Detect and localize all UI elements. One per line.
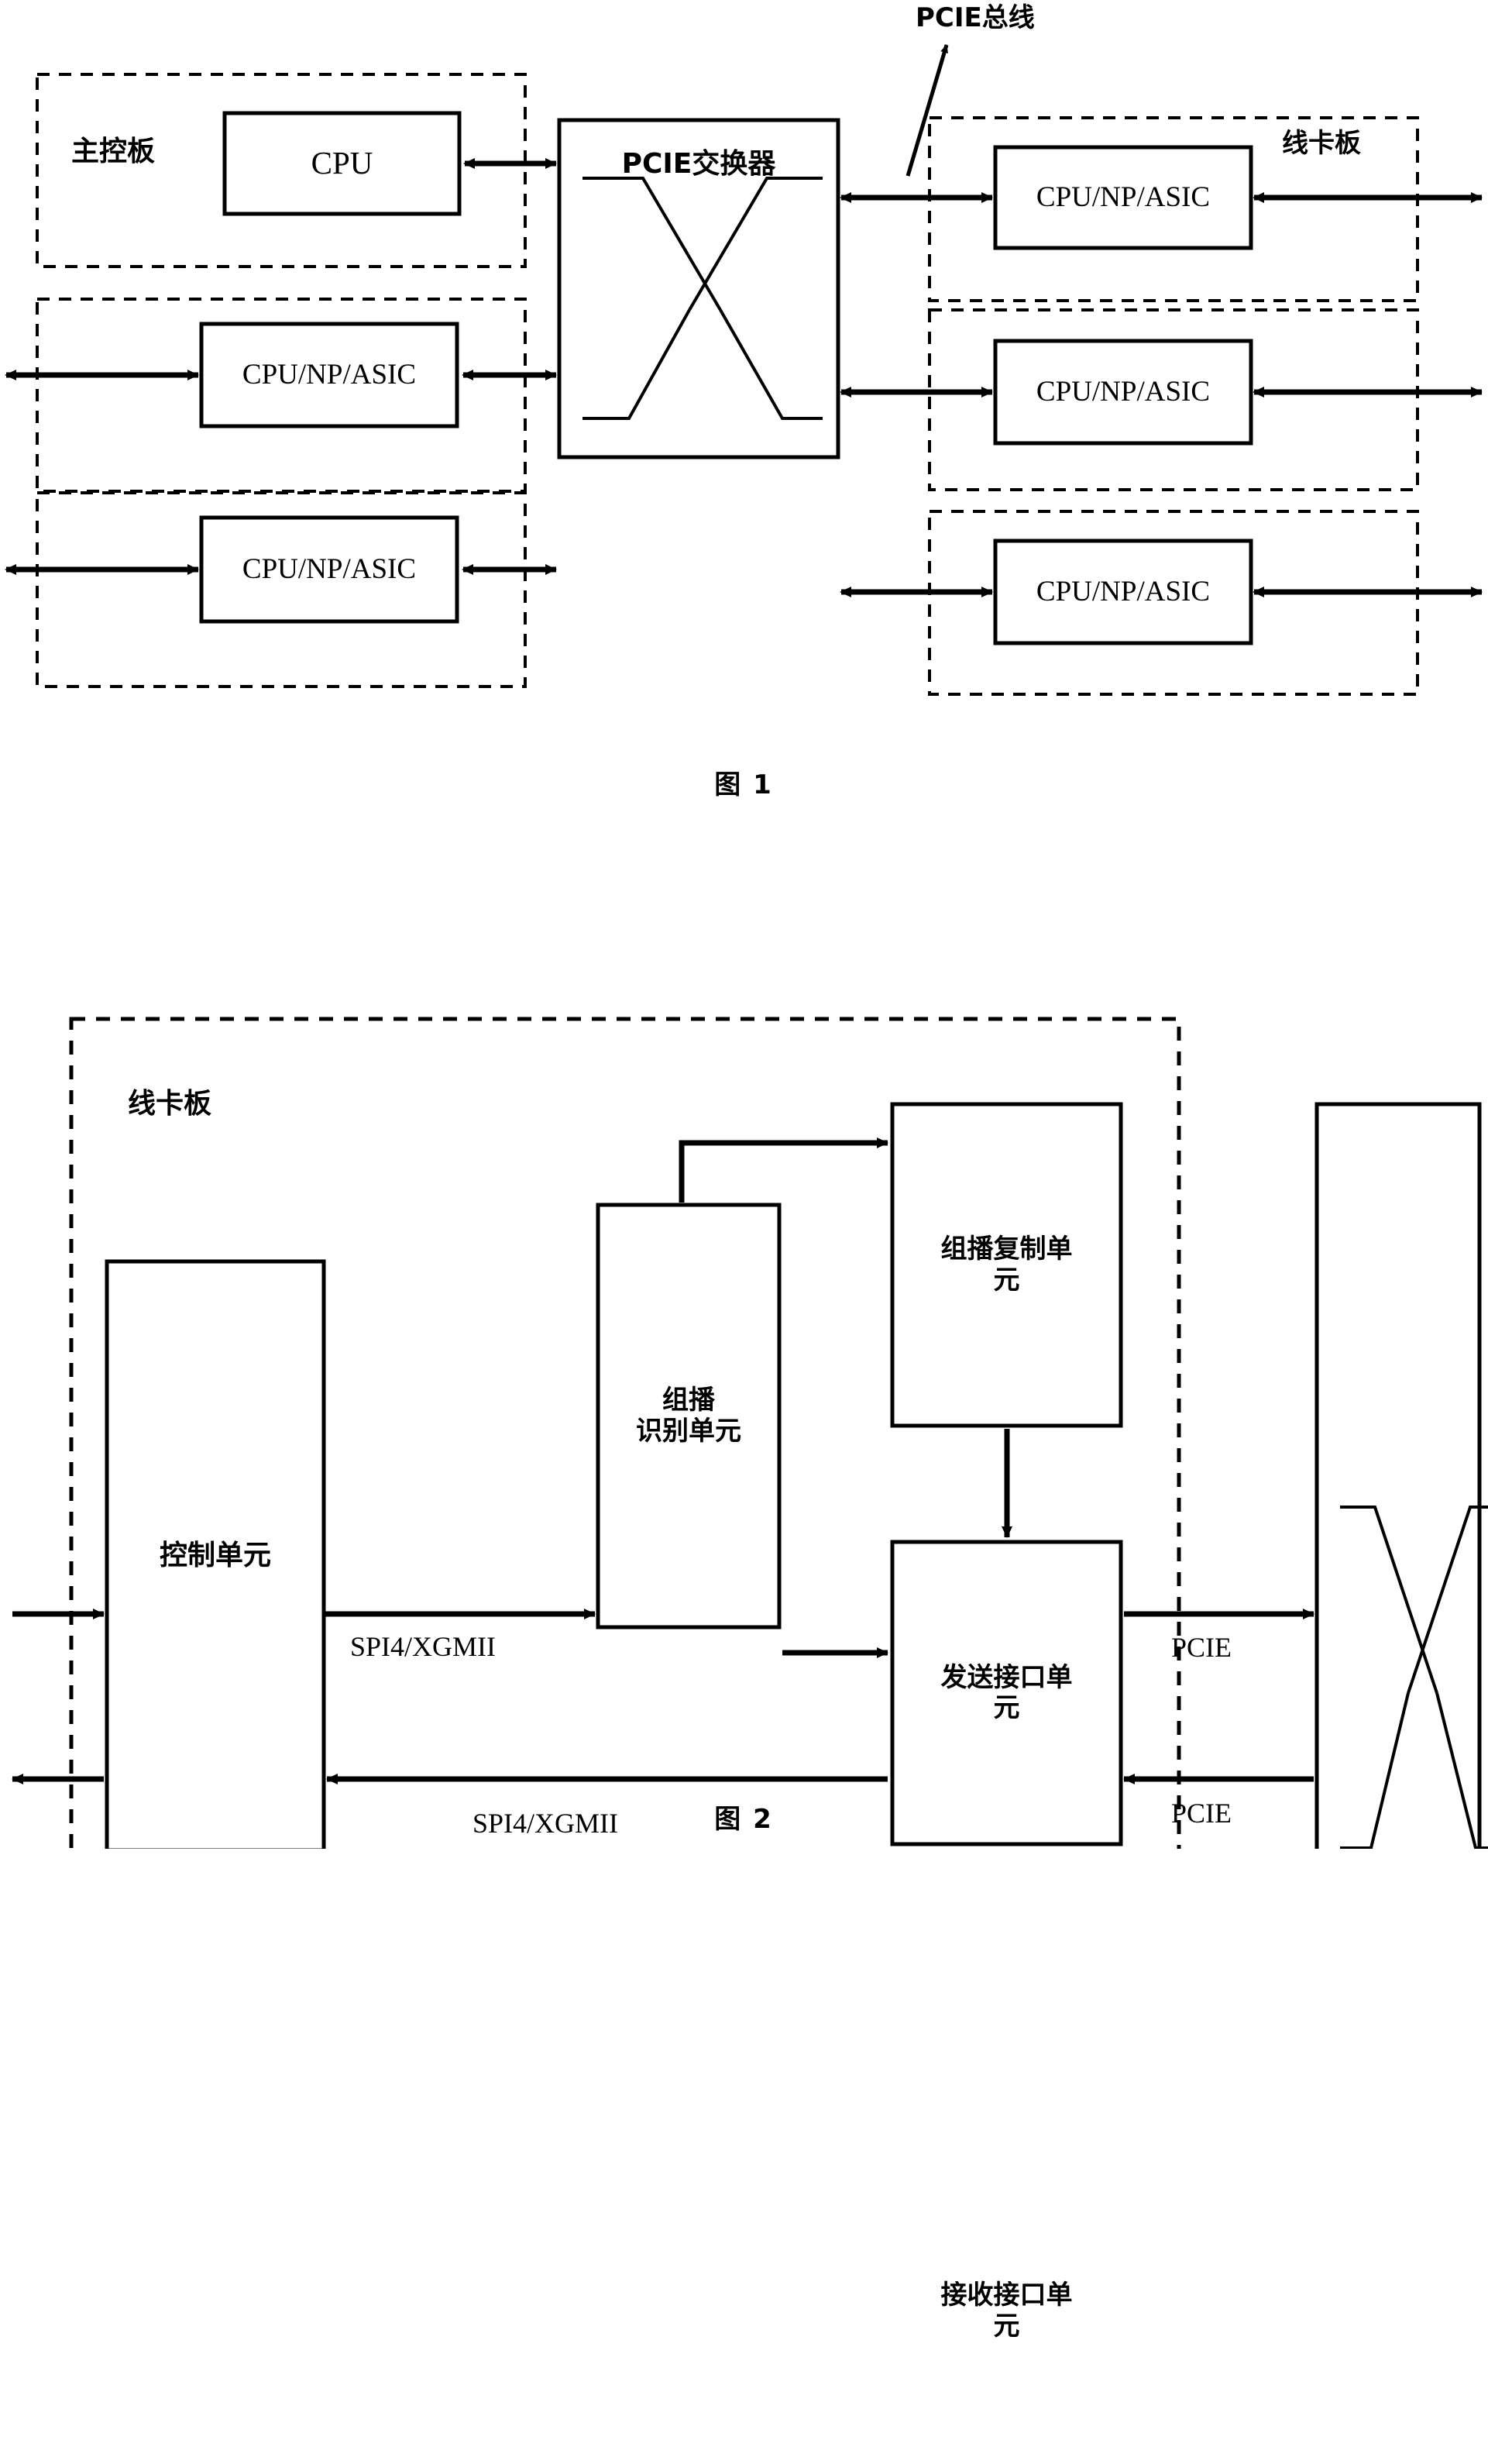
- switch-crossbar-bottom-left: [582, 309, 691, 420]
- figure1-main-control-board-label: 主控板: [71, 136, 156, 167]
- figure1-line-card-board-label: 线卡板: [1282, 128, 1361, 159]
- figure2-caption: 图 2: [714, 1804, 773, 1835]
- figure1-pcie-bus-label: PCIE总线: [916, 2, 1035, 33]
- figure2-pcie-top-label: PCIE: [1171, 1632, 1232, 1663]
- figure2-send-interface-unit-label: 发送接口单 元: [892, 1542, 1121, 1844]
- figure2-send-interface-unit-line2: 元: [993, 1692, 1020, 1723]
- switch-crossbar-bottom-right: [719, 309, 823, 420]
- figure2-receive-interface-unit-line1: 接收接口单: [940, 2280, 1073, 2311]
- figure2-control-unit-label: 控制单元: [159, 1540, 271, 1572]
- arrow-pcie-bus-pointer: [906, 44, 949, 177]
- figure2-spi4-top-label: SPI4/XGMII: [350, 1631, 497, 1662]
- box-switch-fabric-figure2: [1314, 1102, 1482, 1849]
- figure2-multicast-replicate-unit-label: 组播复制单 元: [892, 1104, 1121, 1426]
- figure2-multicast-identify-unit-label: 组播 识别单元: [598, 1205, 779, 1627]
- fabric-crossbar-bottom-left: [1340, 1692, 1410, 1849]
- figure1-right-np-2-label: CPU/NP/ASIC: [1036, 375, 1211, 408]
- figure2-send-interface-unit-line1: 发送接口单: [940, 1661, 1073, 1693]
- figure2-receive-interface-unit-line2: 元: [993, 2310, 1020, 2342]
- figure2-multicast-identify-unit-line2: 识别单元: [636, 1415, 741, 1447]
- figure1-cpu-label: CPU: [311, 145, 373, 181]
- figure2-pcie-bottom-label: PCIE: [1171, 1798, 1232, 1829]
- figure1-left-np-2-label: CPU/NP/ASIC: [242, 552, 417, 585]
- figure2-receive-interface-unit-label: 接收接口单 元: [892, 2158, 1121, 2464]
- figure1-pcie-switch-label: PCIE交换器: [621, 148, 776, 181]
- fabric-crossbar-top-left: [1340, 1506, 1438, 1694]
- figure1-right-np-3-label: CPU/NP/ASIC: [1036, 575, 1211, 607]
- figure2-multicast-replicate-unit-line2: 元: [993, 1264, 1020, 1296]
- figure1-right-np-1-label: CPU/NP/ASIC: [1036, 181, 1211, 213]
- figure1-caption: 图 1: [714, 769, 773, 800]
- arrow-identify-to-replicate: [679, 1137, 888, 1203]
- figure2-line-card-board-label: 线卡板: [128, 1088, 212, 1120]
- figure1-left-np-1-label: CPU/NP/ASIC: [242, 358, 417, 391]
- figure2-multicast-identify-unit-line1: 组播: [662, 1385, 715, 1416]
- fabric-crossbar-top-right: [1407, 1506, 1488, 1694]
- fabric-crossbar-bottom-right: [1435, 1692, 1488, 1849]
- patent-drawing-sheet: 主控板 CPU CPU/NP/ASIC CPU/NP/ASIC PCIE交换器 …: [0, 0, 1488, 2341]
- figure2-multicast-replicate-unit-line1: 组播复制单: [940, 1234, 1073, 1265]
